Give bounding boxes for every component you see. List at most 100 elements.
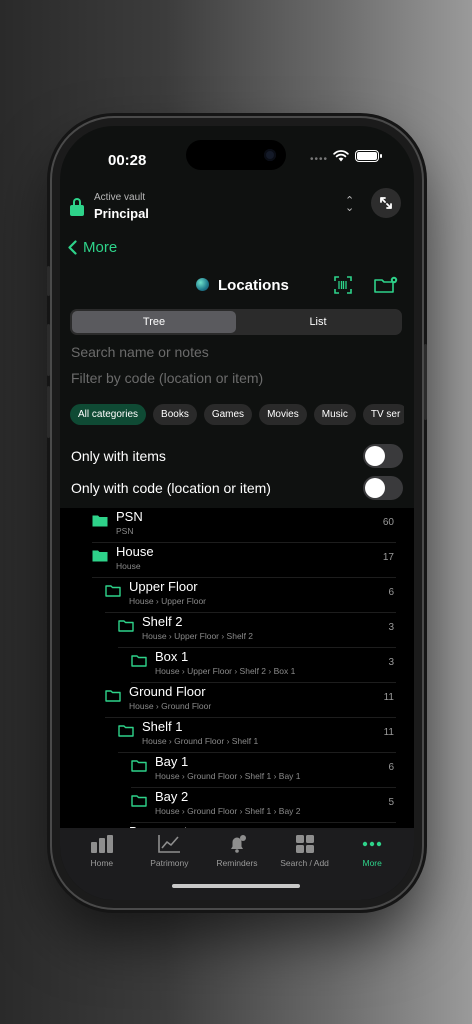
tree-row[interactable]: Upper Floor House › Upper Floor 6 bbox=[105, 578, 396, 613]
tree-row[interactable]: Box 1 House › Upper Floor › Shelf 2 › Bo… bbox=[131, 648, 396, 683]
folder-filled-icon bbox=[92, 515, 108, 527]
toggle-row-code: Only with code (location or item) bbox=[71, 476, 403, 500]
chevron-up-down-icon[interactable]: ⌃ ⌄ bbox=[345, 196, 354, 214]
tab-more[interactable]: More bbox=[338, 834, 406, 900]
tab-label: Reminders bbox=[216, 858, 258, 868]
tree-row[interactable]: Bay 1 House › Ground Floor › Shelf 1 › B… bbox=[131, 753, 396, 788]
toggle-label: Only with items bbox=[71, 448, 166, 464]
battery-icon bbox=[355, 150, 382, 162]
chip-movies[interactable]: Movies bbox=[259, 404, 307, 425]
dynamic-island bbox=[186, 140, 286, 170]
tree-row[interactable]: PSN PSN 60 bbox=[92, 508, 396, 543]
app-screen: 00:28 •••• Active vault Principal ⌃ ⌄ Mor… bbox=[60, 126, 414, 900]
side-button-power bbox=[424, 344, 427, 420]
row-name: PSN bbox=[116, 509, 143, 524]
expand-arrows-icon bbox=[380, 197, 392, 209]
tab-label: Patrimony bbox=[150, 858, 189, 868]
row-count: 11 bbox=[383, 727, 394, 738]
only-with-items-toggle[interactable] bbox=[363, 444, 403, 468]
folder-outline-icon bbox=[118, 725, 134, 737]
row-count: 17 bbox=[382, 552, 394, 563]
search-input[interactable]: Search name or notes bbox=[71, 344, 209, 360]
folder-outline-icon bbox=[118, 620, 134, 632]
category-chips: All categories Books Games Movies Music … bbox=[70, 404, 404, 425]
row-count: 3 bbox=[388, 657, 394, 668]
row-path: House › Ground Floor › Shelf 1 › Bay 1 bbox=[155, 771, 301, 781]
expand-button[interactable] bbox=[371, 188, 401, 218]
row-path: House › Ground Floor bbox=[129, 701, 212, 711]
location-tree: PSN PSN 60 House House 17 Upper Floor Ho… bbox=[60, 508, 414, 838]
ellipsis-icon bbox=[362, 841, 382, 847]
side-button-volume-up bbox=[47, 324, 50, 376]
page-title: Locations bbox=[218, 277, 289, 294]
view-segmented-control: Tree List bbox=[70, 309, 402, 335]
vault-selector[interactable]: Active vault Principal bbox=[70, 192, 149, 221]
chevron-left-icon bbox=[68, 240, 77, 255]
tab-patrimony[interactable]: Patrimony bbox=[136, 834, 204, 900]
barcode-scan-icon[interactable] bbox=[333, 275, 353, 295]
row-name: Bay 2 bbox=[155, 789, 189, 804]
signal-icon: •••• bbox=[310, 154, 329, 165]
segment-list[interactable]: List bbox=[236, 311, 400, 333]
toggle-label: Only with code (location or item) bbox=[71, 480, 271, 496]
vault-name: Principal bbox=[94, 206, 149, 221]
row-count: 6 bbox=[388, 762, 394, 773]
row-path: House › Upper Floor bbox=[129, 596, 207, 606]
tab-label: Search / Add bbox=[280, 858, 329, 868]
tree-row[interactable]: Ground Floor House › Ground Floor 11 bbox=[105, 683, 396, 718]
chip-games[interactable]: Games bbox=[203, 404, 253, 425]
tab-home[interactable]: Home bbox=[68, 834, 136, 900]
chip-music[interactable]: Music bbox=[313, 404, 356, 425]
tree-row[interactable]: Shelf 2 House › Upper Floor › Shelf 2 3 bbox=[118, 613, 396, 648]
only-with-code-toggle[interactable] bbox=[363, 476, 403, 500]
chip-all-categories[interactable]: All categories bbox=[70, 404, 147, 425]
folder-outline-icon bbox=[105, 690, 121, 702]
folder-outline-icon bbox=[131, 655, 147, 667]
vault-label: Active vault bbox=[94, 192, 146, 203]
chart-bars-icon bbox=[90, 835, 113, 853]
back-button[interactable]: More bbox=[68, 239, 117, 256]
row-count: 6 bbox=[388, 587, 394, 598]
folder-settings-icon[interactable] bbox=[373, 275, 399, 295]
row-count: 60 bbox=[382, 517, 394, 528]
tab-search-add[interactable]: Search / Add bbox=[271, 834, 339, 900]
globe-icon bbox=[196, 278, 209, 291]
segment-tree[interactable]: Tree bbox=[72, 311, 236, 333]
side-button-action bbox=[47, 266, 50, 296]
folder-outline-icon bbox=[105, 585, 121, 597]
row-name: Shelf 2 bbox=[142, 614, 183, 629]
camera-icon bbox=[264, 149, 276, 161]
row-path: House bbox=[116, 561, 141, 571]
status-time: 00:28 bbox=[108, 152, 147, 169]
row-path: House › Upper Floor › Shelf 2 › Box 1 bbox=[155, 666, 296, 676]
toggle-row-items: Only with items bbox=[71, 444, 403, 468]
home-indicator bbox=[172, 884, 300, 888]
row-count: 3 bbox=[388, 622, 394, 633]
row-count: 11 bbox=[383, 692, 394, 703]
tab-bar: Home Patrimony Reminders Search / Add Mo… bbox=[60, 828, 414, 900]
row-name: Bay 1 bbox=[155, 754, 189, 769]
lock-icon bbox=[70, 197, 84, 216]
page-header: Locations bbox=[60, 275, 414, 297]
tree-row[interactable]: House House 17 bbox=[92, 543, 396, 578]
folder-outline-icon bbox=[131, 760, 147, 772]
tab-reminders[interactable]: Reminders bbox=[203, 834, 271, 900]
folder-outline-icon bbox=[131, 795, 147, 807]
folder-filled-icon bbox=[92, 550, 108, 562]
row-path: House › Ground Floor › Shelf 1 bbox=[142, 736, 259, 746]
row-path: House › Ground Floor › Shelf 1 › Bay 2 bbox=[155, 806, 301, 816]
row-count: 5 bbox=[388, 797, 394, 808]
row-path: PSN bbox=[116, 526, 134, 536]
chip-tv-series[interactable]: TV ser bbox=[362, 404, 404, 425]
tab-label: Home bbox=[90, 858, 114, 868]
chip-books[interactable]: Books bbox=[153, 404, 197, 425]
tree-row[interactable]: Shelf 1 House › Ground Floor › Shelf 1 1… bbox=[118, 718, 396, 753]
tree-row[interactable]: Bay 2 House › Ground Floor › Shelf 1 › B… bbox=[131, 788, 396, 823]
phone-frame: 00:28 •••• Active vault Principal ⌃ ⌄ Mor… bbox=[47, 118, 427, 908]
code-filter-input[interactable]: Filter by code (location or item) bbox=[71, 370, 263, 386]
row-name: Upper Floor bbox=[129, 579, 198, 594]
row-name: Ground Floor bbox=[129, 684, 206, 699]
row-name: Box 1 bbox=[155, 649, 189, 664]
back-label: More bbox=[83, 239, 118, 256]
trend-chart-icon bbox=[158, 835, 181, 853]
